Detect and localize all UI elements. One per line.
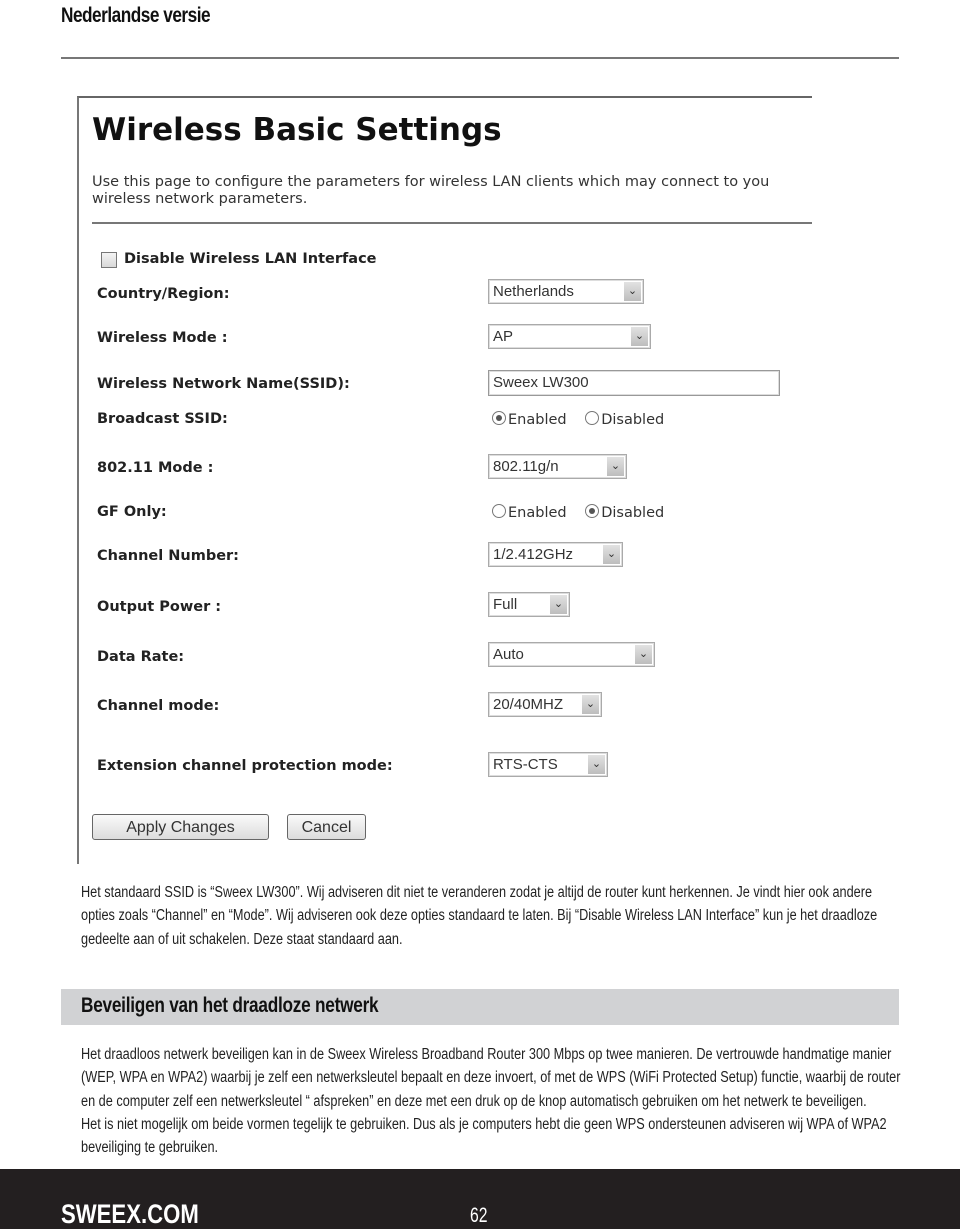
channel-mode-select[interactable]: 20/40MHZ ⌄ <box>488 692 602 717</box>
broadcast-ssid-radios: Enabled Disabled <box>492 411 678 428</box>
ssid-input[interactable]: Sweex LW300 <box>488 370 780 396</box>
chevron-down-icon: ⌄ <box>635 645 652 664</box>
mode-80211-label: 802.11 Mode : <box>97 460 214 476</box>
page-header: Nederlandse versie <box>61 4 211 27</box>
header-divider <box>61 57 899 59</box>
gf-enabled-option[interactable]: Enabled <box>492 504 567 521</box>
chevron-down-icon: ⌄ <box>624 282 641 301</box>
radio-label: Disabled <box>601 505 665 521</box>
chevron-down-icon: ⌄ <box>582 695 599 714</box>
paragraph-line: opties zoals “Channel” en “Mode”. Wij ad… <box>81 907 878 925</box>
country-select[interactable]: Netherlands ⌄ <box>488 279 644 304</box>
radio-label: Disabled <box>601 412 665 428</box>
mode-80211-value: 802.11g/n <box>493 458 559 475</box>
ssid-label: Wireless Network Name(SSID): <box>97 376 350 392</box>
gf-disabled-option[interactable]: Disabled <box>585 504 664 521</box>
data-rate-select[interactable]: Auto ⌄ <box>488 642 655 667</box>
paragraph-line: en de computer zelf een netwerksleutel “… <box>81 1092 867 1110</box>
security-paragraph: Het draadloos netwerk beveiligen kan in … <box>81 1043 917 1159</box>
paragraph-line: gedeelte aan of uit schakelen. Deze staa… <box>81 930 403 948</box>
output-power-select[interactable]: Full ⌄ <box>488 592 570 617</box>
page-number: 62 <box>470 1204 488 1227</box>
router-settings-screenshot: Wireless Basic Settings Use this page to… <box>77 96 812 864</box>
ext-protection-value: RTS-CTS <box>493 756 558 773</box>
broadcast-enabled-option[interactable]: Enabled <box>492 411 567 428</box>
paragraph-line: Het standaard SSID is “Sweex LW300”. Wij… <box>81 884 873 901</box>
section-heading-band: Beveiligen van het draadloze netwerk <box>61 989 899 1025</box>
radio-selected-icon[interactable] <box>492 411 506 425</box>
disable-wlan-checkbox[interactable] <box>101 252 117 268</box>
paragraph-line: beveiliging te gebruiken. <box>81 1139 219 1157</box>
channel-mode-label: Channel mode: <box>97 698 220 714</box>
description-line: Use this page to configure the parameter… <box>92 174 770 190</box>
wireless-mode-value: AP <box>493 328 514 345</box>
settings-divider <box>92 222 812 224</box>
chevron-down-icon: ⌄ <box>603 545 620 564</box>
wireless-mode-label: Wireless Mode : <box>97 330 228 346</box>
broadcast-ssid-label: Broadcast SSID: <box>97 411 228 427</box>
output-power-label: Output Power : <box>97 599 222 615</box>
wireless-mode-select[interactable]: AP ⌄ <box>488 324 651 349</box>
radio-unselected-icon[interactable] <box>492 504 506 518</box>
radio-label: Enabled <box>508 412 567 428</box>
radio-label: Enabled <box>508 505 567 521</box>
radio-unselected-icon[interactable] <box>585 411 600 425</box>
mode-80211-select[interactable]: 802.11g/n ⌄ <box>488 454 627 479</box>
channel-number-select[interactable]: 1/2.412GHz ⌄ <box>488 542 623 567</box>
intro-paragraph: Het standaard SSID is “Sweex LW300”. Wij… <box>81 881 917 951</box>
data-rate-value: Auto <box>493 646 524 663</box>
broadcast-disabled-option[interactable]: Disabled <box>585 411 664 428</box>
channel-number-value: 1/2.412GHz <box>493 546 574 563</box>
paragraph-line: (WEP, WPA en WPA2) waarbij je zelf een n… <box>81 1069 901 1087</box>
ext-protection-label: Extension channel protection mode: <box>97 758 393 774</box>
gf-only-radios: Enabled Disabled <box>492 504 678 521</box>
chevron-down-icon: ⌄ <box>607 457 624 476</box>
ext-protection-select[interactable]: RTS-CTS ⌄ <box>488 752 608 777</box>
settings-description: Use this page to configure the parameter… <box>92 174 812 208</box>
country-value: Netherlands <box>493 283 574 300</box>
gf-only-label: GF Only: <box>97 504 167 520</box>
cancel-button[interactable]: Cancel <box>287 814 366 840</box>
radio-selected-icon[interactable] <box>585 504 600 518</box>
ssid-value: Sweex LW300 <box>493 374 589 391</box>
chevron-down-icon: ⌄ <box>550 595 567 614</box>
settings-title: Wireless Basic Settings <box>92 112 502 148</box>
channel-mode-value: 20/40MHZ <box>493 696 564 713</box>
data-rate-label: Data Rate: <box>97 649 185 665</box>
chevron-down-icon: ⌄ <box>631 327 648 346</box>
page-footer: SWEEX.COM 62 <box>0 1169 960 1229</box>
channel-number-label: Channel Number: <box>97 548 239 564</box>
paragraph-line: Het draadloos netwerk beveiligen kan in … <box>81 1046 892 1063</box>
paragraph-line: Het is niet mogelijk om beide vormen teg… <box>81 1115 887 1133</box>
footer-brand[interactable]: SWEEX.COM <box>61 1199 199 1230</box>
disable-wlan-label: Disable Wireless LAN Interface <box>124 251 377 267</box>
description-line: wireless network parameters. <box>92 191 308 207</box>
apply-changes-button[interactable]: Apply Changes <box>92 814 269 840</box>
country-label: Country/Region: <box>97 286 230 302</box>
section-title: Beveiligen van het draadloze netwerk <box>81 994 379 1017</box>
chevron-down-icon: ⌄ <box>588 755 605 774</box>
output-power-value: Full <box>493 596 518 613</box>
